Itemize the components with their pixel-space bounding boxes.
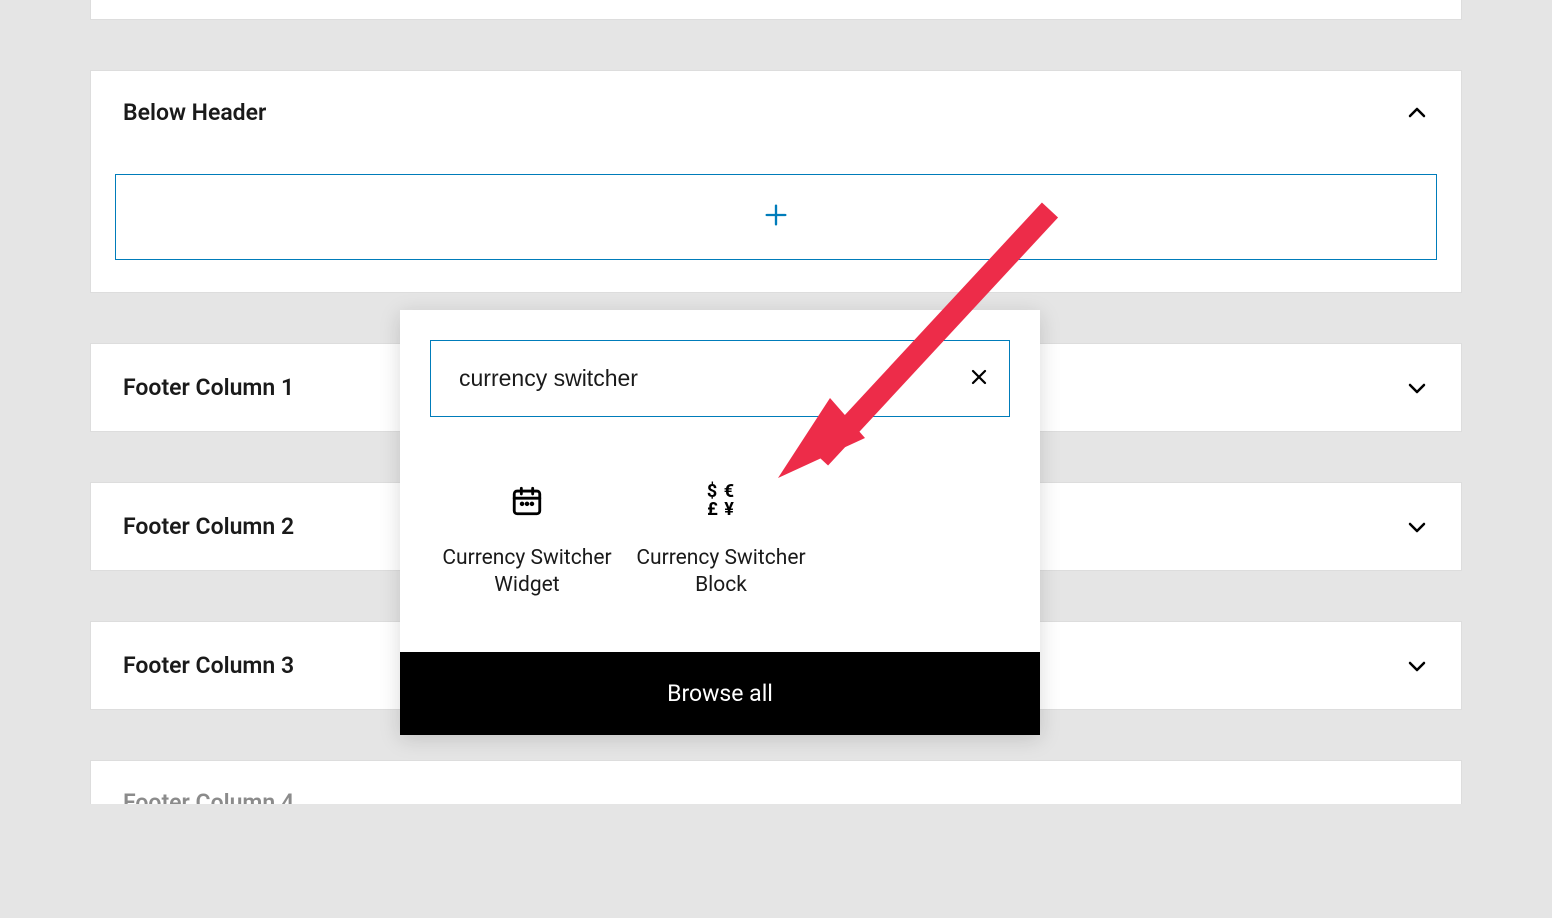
footer-col-3-title: Footer Column 3 [123,652,294,679]
chevron-down-icon [1405,376,1429,400]
below-header-toggle[interactable]: Below Header [91,71,1461,154]
block-label: Currency Switcher Block [636,545,806,600]
chevron-down-icon [1405,654,1429,678]
plus-icon [762,201,790,234]
clear-search-button[interactable] [949,349,1009,409]
footer-col-4-panel: Footer Column 4 [90,760,1462,804]
chevron-up-icon [1405,101,1429,125]
block-inserter-popover: Currency Switcher Widget $ €£ ¥ Currency… [400,310,1040,735]
previous-panel-stub [90,0,1462,20]
below-header-body [91,154,1461,292]
browse-all-button[interactable]: Browse all [400,652,1040,735]
search-input-container [430,340,1010,417]
below-header-title: Below Header [123,99,266,126]
block-results: Currency Switcher Widget $ €£ ¥ Currency… [400,441,1040,652]
add-block-button[interactable] [115,174,1437,260]
footer-col-4-title: Footer Column 4 [123,789,294,804]
block-label: Currency Switcher Widget [442,545,612,600]
calendar-icon [442,477,612,525]
currency-switcher-widget-block[interactable]: Currency Switcher Widget [430,465,624,612]
close-icon [967,365,991,392]
footer-col-2-title: Footer Column 2 [123,513,294,540]
below-header-panel: Below Header [90,70,1462,293]
currency-switcher-block[interactable]: $ €£ ¥ Currency Switcher Block [624,465,818,612]
currency-icon: $ €£ ¥ [636,477,806,525]
chevron-down-icon [1405,515,1429,539]
footer-col-1-title: Footer Column 1 [123,374,294,401]
inserter-search-wrapper [400,310,1040,441]
search-input[interactable] [431,341,949,416]
browse-all-label: Browse all [667,680,773,707]
